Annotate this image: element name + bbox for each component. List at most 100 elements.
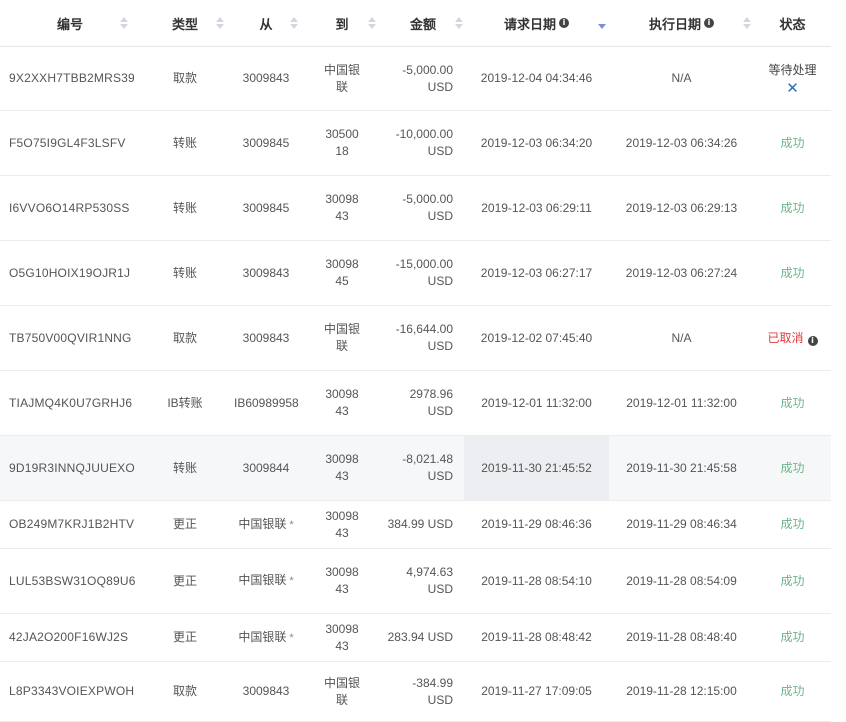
- info-icon[interactable]: i: [704, 18, 714, 28]
- to-value: 中国银联: [324, 675, 361, 707]
- from-value: 中国银联: [238, 573, 287, 587]
- table-row[interactable]: TIAJMQ4K0U7GRHJ6 IB转账 IB60989958 3009843 297…: [0, 370, 831, 436]
- to-value: 3009843: [325, 565, 359, 596]
- cell-ref: LUL53BSW31OQ89U6: [0, 548, 140, 614]
- status-badge: 成功: [780, 265, 805, 280]
- cell-ref: 9D19R3INNQJUUEXO: [0, 435, 140, 501]
- amount-currency: USD: [427, 209, 453, 223]
- amount-currency: USD: [427, 144, 453, 158]
- status-badge: 等待处理: [768, 62, 817, 77]
- amount-value: 283.94 USD: [387, 630, 453, 644]
- col-header-amount[interactable]: 金额: [382, 0, 464, 47]
- cell-to: 3009843: [302, 175, 382, 241]
- cell-to: 3009845: [302, 240, 382, 306]
- cell-exec-date: 2019-12-03 06:27:24: [609, 240, 754, 306]
- cancel-request-icon[interactable]: ✕: [758, 81, 827, 96]
- cell-ref: OB249M7KRJ1B2HTV: [0, 500, 140, 549]
- cell-request-date: 2019-12-03 06:34:20: [464, 110, 609, 176]
- cell-to: 中国银联: [302, 305, 382, 371]
- col-header-type[interactable]: 类型: [140, 0, 230, 47]
- col-header-request-date-label: 请求日期: [503, 16, 556, 32]
- from-value: 中国银联: [238, 516, 287, 531]
- amount-value: -8,021.48: [402, 452, 453, 466]
- status-badge: 成功: [780, 200, 805, 215]
- sort-icon[interactable]: [455, 17, 463, 29]
- to-value: 3050018: [325, 127, 359, 158]
- col-header-to-label: 到: [335, 16, 349, 32]
- table-row[interactable]: 9X2XXH7TBB2MRS39 取款 3009843 中国银联 -5,000.00 US…: [0, 46, 831, 111]
- col-header-to[interactable]: 到: [302, 0, 382, 47]
- cell-ref: 9X2XXH7TBB2MRS39: [0, 46, 140, 111]
- cell-status: 已取消 i: [754, 305, 831, 371]
- cell-to: 中国银联: [302, 46, 382, 111]
- sort-icon[interactable]: [290, 17, 298, 29]
- cell-amount: 4,974.63 USD: [382, 548, 464, 614]
- table-row[interactable]: F5O75I9GL4F3LSFV 转账 3009845 3050018 -10,000.…: [0, 110, 831, 176]
- sort-desc-icon[interactable]: [598, 17, 606, 29]
- cell-amount: 384.99 USD: [382, 500, 464, 549]
- cell-type: IB转账: [140, 370, 230, 436]
- cell-ref: I6VVO6O14RP530SS: [0, 175, 140, 241]
- cell-exec-date: 2019-11-28 08:54:09: [609, 548, 754, 614]
- cell-from: 中国银联 *: [230, 548, 302, 614]
- cell-status: 成功: [754, 661, 831, 722]
- cell-type: 更正: [140, 548, 230, 614]
- sort-icon[interactable]: [120, 17, 128, 29]
- col-header-ref[interactable]: 编号: [0, 0, 140, 47]
- table-row[interactable]: L8P3343VOIEXPWOH 取款 3009843 中国银联 -384.99 USD 2…: [0, 661, 831, 722]
- cell-type: 取款: [140, 305, 230, 371]
- cell-status: 成功: [754, 548, 831, 614]
- cell-amount: -5,000.00 USD: [382, 175, 464, 241]
- cell-amount: 2978.96 USD: [382, 370, 464, 436]
- status-badge: 已取消: [767, 330, 804, 345]
- sort-icon[interactable]: [216, 17, 224, 29]
- col-header-exec-date[interactable]: 执行日期 i: [609, 0, 754, 47]
- table-row[interactable]: OB249M7KRJ1B2HTV 更正 中国银联 * 3009843 384.99 USD…: [0, 500, 831, 549]
- from-value: 3009845: [242, 135, 290, 150]
- cell-status: 成功: [754, 240, 831, 306]
- col-header-amount-label: 金额: [409, 16, 436, 32]
- cell-exec-date: 2019-11-29 08:46:34: [609, 500, 754, 549]
- status-badge: 成功: [780, 517, 805, 531]
- cell-status: 成功: [754, 500, 831, 549]
- cell-to: 3009843: [302, 370, 382, 436]
- col-header-from[interactable]: 从: [230, 0, 302, 47]
- table-row[interactable]: TB750V00QVIR1NNG 取款 3009843 中国银联 -16,644.00 U…: [0, 305, 831, 371]
- table-row[interactable]: I6VVO6O14RP530SS 转账 3009845 3009843 -5,000.0…: [0, 175, 831, 241]
- cell-from: 3009843: [230, 240, 302, 306]
- cell-ref: TB750V00QVIR1NNG: [0, 305, 140, 371]
- info-icon[interactable]: i: [559, 18, 569, 28]
- status-badge: 成功: [780, 630, 805, 644]
- from-marker: *: [289, 575, 294, 587]
- table-row[interactable]: 42JA2O200F16WJ2S 更正 中国银联 * 3009843 283.94 USD…: [0, 613, 831, 662]
- sort-icon[interactable]: [368, 17, 376, 29]
- sort-icon[interactable]: [743, 17, 751, 29]
- col-header-status[interactable]: 状态: [754, 0, 831, 47]
- cell-from: 3009843: [230, 46, 302, 111]
- table-body: 9X2XXH7TBB2MRS39 取款 3009843 中国银联 -5,000.00 US…: [0, 46, 831, 722]
- cell-request-date: 2019-12-03 06:29:11: [464, 175, 609, 241]
- col-header-from-label: 从: [259, 16, 273, 32]
- cell-from: 3009845: [230, 175, 302, 241]
- amount-currency: USD: [427, 339, 453, 353]
- cell-status: 成功: [754, 370, 831, 436]
- to-value: 3009843: [325, 452, 359, 483]
- cell-type: 取款: [140, 46, 230, 111]
- table-row[interactable]: O5G10HOIX19OJR1J 转账 3009843 3009845 -15,000.…: [0, 240, 831, 306]
- cell-to: 3009843: [302, 548, 382, 614]
- table-row[interactable]: 9D19R3INNQJUUEXO 转账 3009844 3009843 -8,021.4…: [0, 435, 831, 501]
- cell-request-date: 2019-11-27 17:09:05: [464, 661, 609, 722]
- amount-currency: USD: [427, 404, 453, 418]
- table-row[interactable]: LUL53BSW31OQ89U6 更正 中国银联 * 3009843 4,974.63 US…: [0, 548, 831, 614]
- from-marker: *: [289, 631, 294, 644]
- cell-to: 3009843: [302, 435, 382, 501]
- cell-request-date: 2019-11-28 08:48:42: [464, 613, 609, 662]
- cell-amount: -384.99 USD: [382, 661, 464, 722]
- cell-type: 更正: [140, 613, 230, 662]
- cell-from: 3009843: [230, 305, 302, 371]
- cell-ref: TIAJMQ4K0U7GRHJ6: [0, 370, 140, 436]
- cell-status: 成功: [754, 613, 831, 662]
- col-header-request-date[interactable]: 请求日期 i: [464, 0, 609, 47]
- cell-to: 中国银联: [302, 661, 382, 722]
- info-icon[interactable]: i: [807, 335, 818, 346]
